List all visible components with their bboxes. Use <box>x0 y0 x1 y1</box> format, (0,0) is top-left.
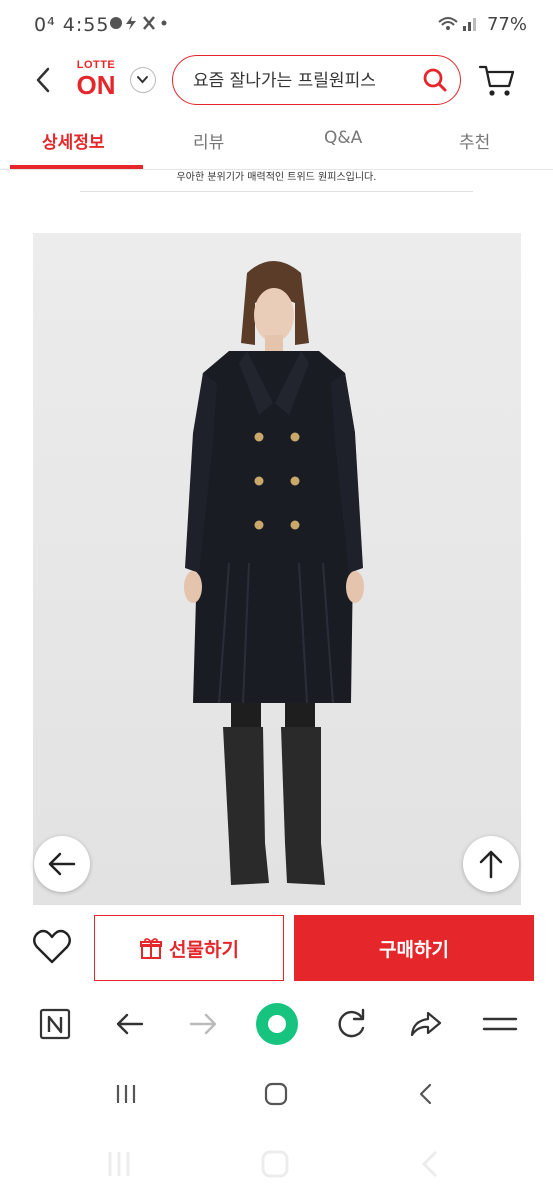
notification-icon <box>110 16 167 30</box>
refresh-icon <box>338 1008 365 1038</box>
bottom-area <box>0 1128 553 1200</box>
tab-recommend[interactable]: 추천 <box>459 128 490 153</box>
logo-bottom-text: ON <box>76 70 116 100</box>
tab-detail[interactable]: 상세정보 <box>42 128 105 153</box>
heart-icon <box>33 929 71 964</box>
refresh-button[interactable] <box>329 1002 373 1046</box>
menu-icon <box>482 1017 518 1031</box>
arrow-right-icon <box>189 1013 217 1035</box>
detail-tabs: 상세정보 리뷰 Q&A 추천 <box>0 114 553 170</box>
tab-qna[interactable]: Q&A <box>324 128 362 148</box>
product-image <box>33 233 521 905</box>
buy-button[interactable]: 구매하기 <box>294 915 534 981</box>
cart-icon <box>478 65 515 96</box>
status-right: 77% <box>437 14 527 35</box>
chevron-down-icon <box>137 76 148 84</box>
share-button[interactable] <box>404 1002 448 1046</box>
naver-n-icon <box>39 1008 71 1040</box>
browser-back-button[interactable] <box>108 1002 152 1046</box>
chevron-left-icon <box>36 67 50 93</box>
prev-image-button[interactable] <box>34 836 90 892</box>
cart-button[interactable] <box>478 62 516 98</box>
recent-apps-icon <box>116 1085 136 1103</box>
gift-button-label: 선물하기 <box>169 938 239 961</box>
gift-icon <box>140 938 163 959</box>
arrow-left-icon <box>116 1013 144 1035</box>
divider <box>80 191 473 192</box>
naver-button[interactable] <box>33 1002 77 1046</box>
scroll-top-button[interactable] <box>463 836 519 892</box>
logo-dropdown-button[interactable] <box>130 67 156 93</box>
home-icon <box>264 1082 288 1106</box>
arrow-up-icon <box>479 850 503 879</box>
green-dot-icon <box>256 1003 298 1045</box>
battery-text: 77% <box>486 14 527 35</box>
lotte-on-logo[interactable]: LOTTE ON <box>70 60 122 102</box>
status-time: 0⁴ 4:55 <box>34 14 110 36</box>
notification-icons <box>108 14 188 36</box>
search-input[interactable] <box>191 66 415 96</box>
search-icon[interactable] <box>422 67 448 93</box>
tab-review[interactable]: 리뷰 <box>193 128 224 153</box>
chevron-left-icon <box>419 1083 432 1105</box>
recent-apps-button[interactable] <box>106 1074 146 1114</box>
gift-button[interactable]: 선물하기 <box>94 915 284 981</box>
ghost-nav-icons <box>108 1150 438 1178</box>
menu-button[interactable] <box>478 1002 522 1046</box>
wishlist-button[interactable] <box>30 925 74 969</box>
signal-icon <box>438 17 477 31</box>
browser-home-button[interactable] <box>254 1001 300 1047</box>
system-back-button[interactable] <box>406 1074 446 1114</box>
status-bar: 0⁴ 4:55 77% <box>0 0 553 52</box>
back-button[interactable] <box>30 62 60 98</box>
share-icon <box>410 1011 442 1037</box>
browser-forward-button[interactable] <box>181 1002 225 1046</box>
model-photo <box>33 233 521 905</box>
product-description: 우아한 분위기가 매력적인 트위드 원피스입니다. <box>176 172 377 183</box>
search-bar[interactable] <box>172 55 461 105</box>
home-button[interactable] <box>256 1074 296 1114</box>
arrow-left-icon <box>48 852 76 876</box>
